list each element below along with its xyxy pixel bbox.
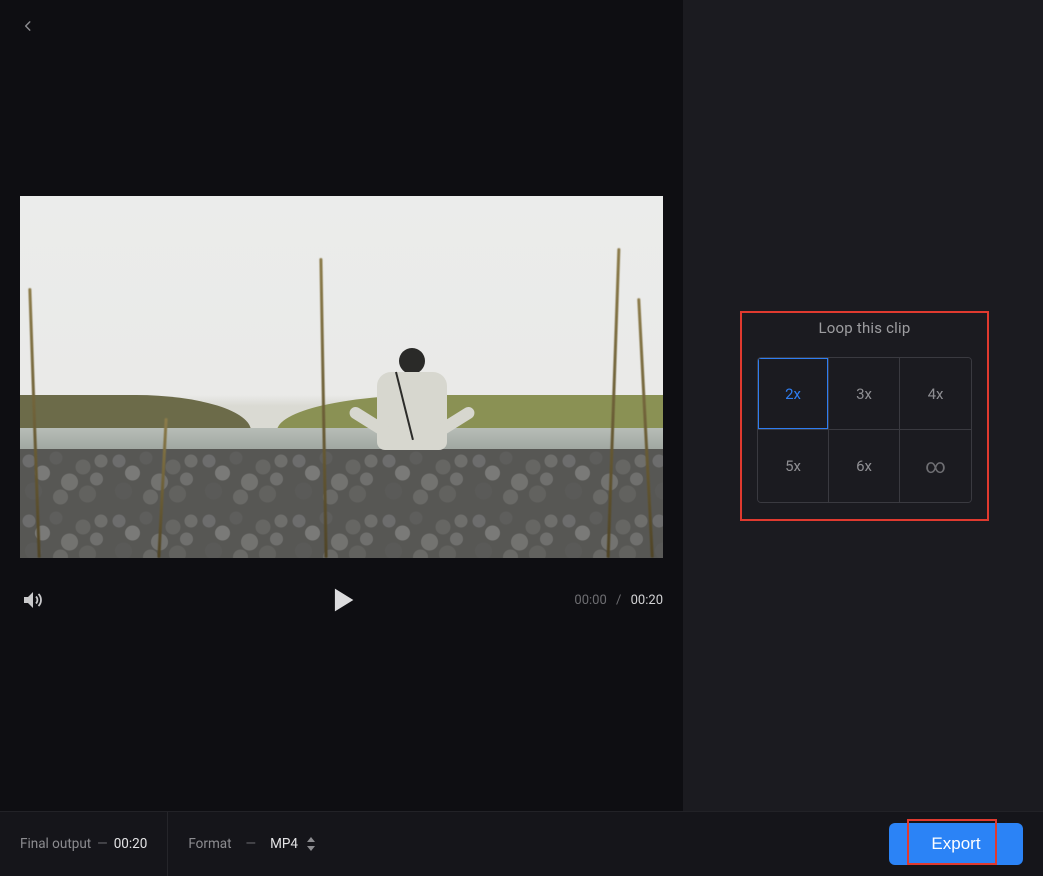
format-label: Format (188, 836, 231, 852)
loop-option-label: 5x (785, 457, 801, 475)
play-button[interactable] (325, 583, 359, 617)
loop-option-3x[interactable]: 3x (829, 358, 900, 430)
loop-option-label: 3x (856, 385, 872, 403)
format-value: MP4 (270, 836, 298, 852)
final-output-value: 00:20 (114, 836, 148, 852)
loop-option-4x[interactable]: 4x (900, 358, 971, 430)
loop-option-label: ∞ (925, 454, 946, 478)
chevron-left-icon (21, 19, 35, 33)
loop-option-label: 4x (928, 385, 944, 403)
play-icon (325, 583, 359, 617)
loop-selector: Loop this clip 2x 3x 4x 5x 6x ∞ (740, 311, 989, 521)
final-output-label: Final output (20, 836, 91, 852)
volume-icon (20, 588, 44, 612)
loop-option-label: 2x (785, 385, 801, 403)
loop-option-label: 6x (856, 457, 872, 475)
loop-option-2x[interactable]: 2x (758, 358, 829, 430)
footer-bar: Final output — 00:20 Format — MP4 Export (0, 811, 1043, 876)
loop-grid: 2x 3x 4x 5x 6x ∞ (757, 357, 972, 503)
loop-option-infinite[interactable]: ∞ (900, 430, 971, 502)
loop-option-6x[interactable]: 6x (829, 430, 900, 502)
stepper-icon (306, 837, 316, 851)
video-preview[interactable] (20, 196, 663, 558)
loop-title: Loop this clip (742, 319, 987, 337)
format-select[interactable]: Format — MP4 (188, 836, 316, 852)
current-time: 00:00 (574, 593, 606, 608)
preview-panel: 00:00 / 00:20 (0, 0, 683, 811)
playback-time: 00:00 / 00:20 (574, 593, 663, 608)
volume-button[interactable] (20, 588, 44, 612)
export-button[interactable]: Export (889, 823, 1023, 865)
final-output-info: Final output — 00:20 (20, 836, 147, 852)
loop-option-5x[interactable]: 5x (758, 430, 829, 502)
back-button[interactable] (16, 14, 40, 38)
duration: 00:20 (631, 593, 663, 608)
options-panel: Loop this clip 2x 3x 4x 5x 6x ∞ (683, 0, 1043, 811)
footer-divider (167, 812, 168, 876)
player-controls: 00:00 / 00:20 (20, 580, 663, 620)
time-separator: / (616, 593, 621, 608)
